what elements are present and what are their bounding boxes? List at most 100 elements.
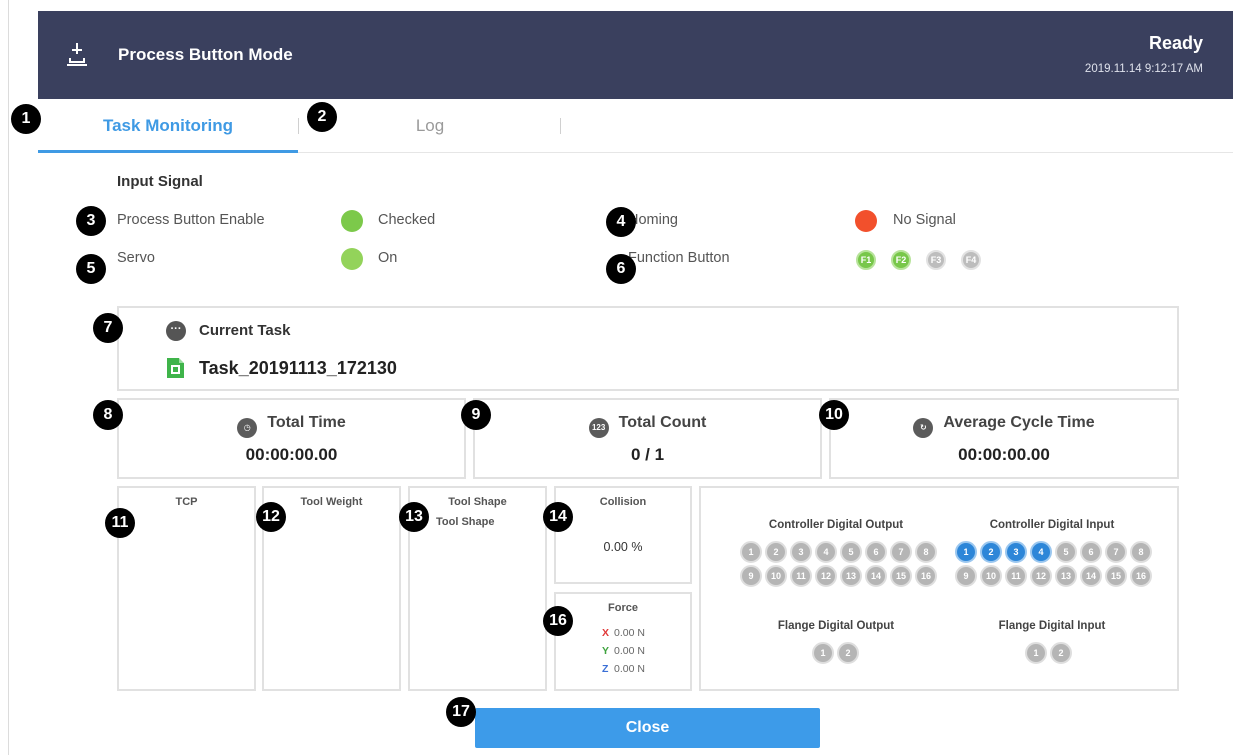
dialog-title: Process Button Mode	[118, 45, 293, 64]
clock-icon: ◷	[237, 418, 258, 438]
function-button-f2: F2	[891, 250, 911, 270]
force-x-value: 0.00 N	[614, 627, 645, 639]
homing-led	[855, 210, 877, 232]
cycle-time-icon: ↻	[913, 418, 934, 438]
status-text: Ready	[1148, 33, 1203, 53]
total-count-label: Total Count	[618, 414, 707, 431]
controller-digital-output-dot-14: 14	[865, 565, 887, 587]
flange-digital-input-dot-2: 2	[1050, 642, 1072, 664]
force-x-row: X 0.00 N	[602, 627, 645, 639]
controller-digital-output-dot-10: 10	[765, 565, 787, 587]
function-button-f4: F4	[961, 250, 981, 270]
callout-14: 14	[543, 502, 573, 532]
controller-digital-output-dot-5: 5	[840, 541, 862, 563]
tool-shape-value: Tool Shape	[436, 516, 495, 528]
digital-io-panel: Controller Digital Output 12345678 9 10 11…	[699, 486, 1179, 691]
tab-task-monitoring[interactable]: Task Monitoring	[38, 99, 298, 153]
controller-digital-input-dot-16: 16	[1130, 565, 1152, 587]
callout-17: 17	[446, 697, 476, 727]
flange-digital-input-title: Flange Digital Input	[998, 620, 1106, 632]
controller-digital-input-dot-6: 6	[1080, 541, 1102, 563]
controller-digital-output-row-1: 12345678	[740, 541, 937, 563]
tab-divider	[298, 118, 299, 134]
input-signal-title: Input Signal	[117, 173, 203, 190]
force-x-axis: X	[602, 627, 610, 639]
total-count-value: 0 / 1	[630, 445, 665, 464]
controller-digital-input-dot-8: 8	[1130, 541, 1152, 563]
close-button[interactable]: Close	[475, 708, 820, 748]
process-button-enable-value: Checked	[378, 212, 436, 228]
controller-digital-input-dot-5: 5	[1055, 541, 1077, 563]
controller-digital-input-dot-10: 10	[980, 565, 1002, 587]
current-task-name: Task_20191113_172130	[199, 358, 397, 378]
flange-digital-output-dot-2: 2	[837, 642, 859, 664]
homing-value: No Signal	[893, 212, 956, 228]
force-z-axis: Z	[602, 663, 609, 675]
collision-title: Collision	[599, 496, 647, 508]
process-button-enable-label: Process Button Enable	[117, 212, 265, 228]
controller-digital-output-title: Controller Digital Output	[768, 519, 904, 531]
callout-1: 1	[11, 104, 41, 134]
average-cycle-time-value: 00:00:00.00	[958, 445, 1050, 464]
more-icon: ···	[166, 321, 186, 341]
average-cycle-time-label: Average Cycle Time	[943, 414, 1095, 431]
flange-digital-output-row: 12	[812, 642, 859, 664]
tool-shape-title: Tool Shape	[448, 496, 507, 508]
tool-weight-title: Tool Weight	[300, 496, 363, 508]
controller-digital-output-dot-6: 6	[865, 541, 887, 563]
tcp-panel: TCP	[117, 486, 256, 691]
controller-digital-output-dot-7: 7	[890, 541, 912, 563]
callout-16: 16	[543, 606, 573, 636]
controller-digital-output-dot-15: 15	[890, 565, 912, 587]
force-panel: Force X 0.00 N Y 0.00 N Z 0.00 N	[554, 592, 692, 691]
callout-13: 13	[399, 502, 429, 532]
controller-digital-input-dot-4: 4	[1030, 541, 1052, 563]
servo-label: Servo	[117, 250, 155, 266]
function-button-f3: F3	[926, 250, 946, 270]
controller-digital-input-dot-11: 11	[1005, 565, 1027, 587]
controller-digital-input-title: Controller Digital Input	[989, 519, 1115, 531]
force-z-value: 0.00 N	[614, 663, 645, 675]
controller-digital-input-row-2: 9 10 11 12 13 14 15 16	[955, 565, 1152, 587]
title-bar: Process Button Mode Ready 2019.11.14 9:1…	[38, 11, 1233, 99]
function-button-f1: F1	[856, 250, 876, 270]
force-y-row: Y 0.00 N	[602, 645, 645, 657]
total-time-panel: ◷ Total Time 00:00:00.00	[117, 398, 466, 479]
callout-11: 11	[105, 508, 135, 538]
servo-led	[341, 248, 363, 270]
average-cycle-time-title: ↻ Average Cycle Time	[831, 414, 1177, 438]
collision-value: 0.00 %	[603, 540, 643, 554]
controller-digital-input-dot-2: 2	[980, 541, 1002, 563]
controller-digital-output-dot-12: 12	[815, 565, 837, 587]
callout-5: 5	[76, 254, 106, 284]
controller-digital-output-dot-3: 3	[790, 541, 812, 563]
force-y-axis: Y	[602, 645, 610, 657]
callout-7: 7	[93, 313, 123, 343]
function-button-label: Function Button	[628, 250, 730, 266]
total-time-title: ◷ Total Time	[119, 414, 464, 438]
callout-3: 3	[76, 206, 106, 236]
controller-digital-input-dot-9: 9	[955, 565, 977, 587]
controller-digital-input-dot-3: 3	[1005, 541, 1027, 563]
flange-digital-output-title: Flange Digital Output	[777, 620, 895, 632]
process-button-enable-led	[341, 210, 363, 232]
flange-digital-input-dot-1: 1	[1025, 642, 1047, 664]
average-cycle-time-panel: ↻ Average Cycle Time 00:00:00.00	[829, 398, 1179, 479]
callout-10: 10	[819, 400, 849, 430]
controller-digital-output-dot-13: 13	[840, 565, 862, 587]
collision-panel: Collision 0.00 %	[554, 486, 692, 584]
tab-divider	[560, 118, 561, 134]
current-task-panel: ··· Current Task Task_20191113_172130	[117, 306, 1179, 391]
force-z-row: Z 0.00 N	[602, 663, 645, 675]
controller-digital-output-dot-2: 2	[765, 541, 787, 563]
controller-digital-output-dot-4: 4	[815, 541, 837, 563]
task-file-icon	[167, 358, 184, 378]
callout-12: 12	[256, 502, 286, 532]
tab-log[interactable]: Log	[300, 99, 560, 153]
callout-8: 8	[93, 400, 123, 430]
controller-digital-output-row-2: 9 10 11 12 13 14 15 16	[740, 565, 937, 587]
datetime-text: 2019.11.14 9:12:17 AM	[1084, 63, 1203, 75]
total-count-panel: 123 Total Count 0 / 1	[473, 398, 822, 479]
controller-digital-output-dot-8: 8	[915, 541, 937, 563]
servo-value: On	[378, 250, 398, 266]
